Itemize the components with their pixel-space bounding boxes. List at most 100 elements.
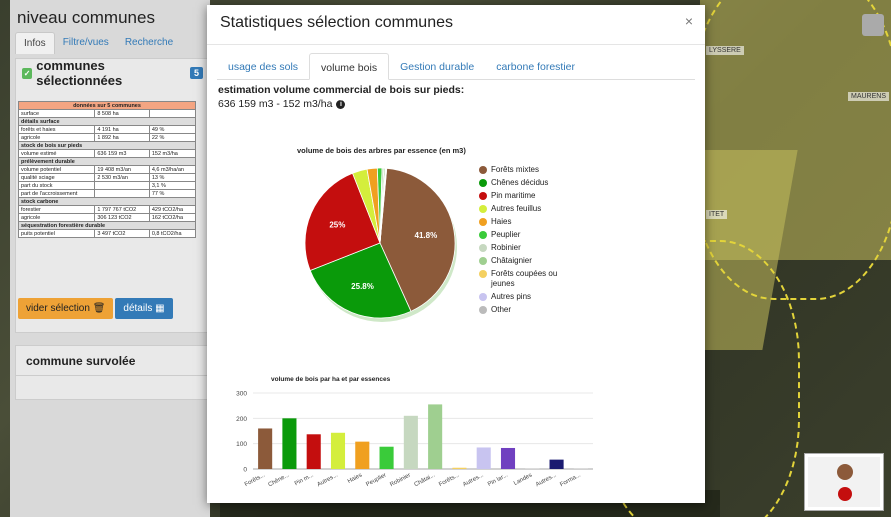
- bar[interactable]: [549, 459, 564, 469]
- table-cell: qualité sciage: [17, 173, 96, 182]
- details-button[interactable]: détails ▦: [115, 298, 173, 319]
- bar[interactable]: [258, 428, 273, 469]
- hovered-commune-box: commune survolée: [15, 345, 210, 400]
- table-row: détails surface: [18, 117, 196, 126]
- legend-item[interactable]: Haies: [479, 217, 579, 227]
- bar[interactable]: [500, 447, 516, 469]
- table-row: volume potentiel 19 408 m3/an 4,6 m3/ha/an: [17, 165, 197, 174]
- table-cell: 8 508 ha: [94, 109, 150, 118]
- table-cell: 3,1 %: [148, 181, 197, 190]
- table-section: séquestration forestière durable: [18, 221, 196, 230]
- table-section: stock carbone: [18, 197, 196, 206]
- table-cell: 4,6 m3/ha/an: [148, 165, 197, 174]
- legend-marker: [479, 218, 487, 226]
- table-row: surface 8 508 ha: [17, 109, 197, 118]
- y-tick-label: 0: [243, 467, 247, 474]
- table-cell: volume potentiel: [17, 165, 96, 174]
- legend-item[interactable]: Forêts mixtes: [479, 165, 579, 175]
- legend-item[interactable]: Forêts coupées ou jeunes: [479, 269, 579, 289]
- legend-marker: [479, 179, 487, 187]
- map-place-label: MAURENS: [848, 92, 890, 101]
- legend-item[interactable]: Peuplier: [479, 230, 579, 240]
- close-icon[interactable]: ×: [685, 13, 693, 29]
- bar[interactable]: [476, 447, 491, 469]
- table-row: stock de bois sur pieds: [18, 141, 196, 150]
- table-row: part de l'accroissement 77 %: [17, 189, 197, 198]
- x-tick-label: Robinier: [389, 472, 412, 488]
- pie-data-label: 25.8%: [351, 282, 374, 291]
- legend-item[interactable]: Autres pins: [479, 292, 579, 302]
- tab-infos[interactable]: Infos: [15, 32, 55, 54]
- preview-thumbnail[interactable]: [804, 453, 884, 511]
- table-row: forêts et haies 4 191 ha 49 %: [17, 125, 197, 134]
- table-cell: 0,8 tCO2/ha: [148, 229, 197, 238]
- x-tick-label: Forêts...: [438, 472, 461, 488]
- pie-chart: 41.8% 25.8% 25%: [304, 167, 457, 322]
- table-row: puits potentiel 3 497 tCO2 0,8 tCO2/ha: [17, 229, 197, 238]
- legend-marker: [479, 257, 487, 265]
- tab-recherche[interactable]: Recherche: [117, 32, 181, 54]
- layers-icon[interactable]: [862, 14, 884, 36]
- table-cell: [148, 109, 197, 118]
- bar[interactable]: [379, 446, 394, 469]
- bar[interactable]: [330, 432, 346, 469]
- legend-label: Forêts mixtes: [491, 165, 540, 174]
- pie-chart-title: volume de bois des arbres par essence (e…: [297, 146, 466, 155]
- legend-marker: [479, 270, 487, 278]
- table-cell: volume estimé: [17, 149, 96, 158]
- info-icon[interactable]: i: [336, 99, 346, 109]
- legend-item[interactable]: Chênes décidus: [479, 178, 579, 188]
- bar[interactable]: [573, 468, 588, 469]
- bar[interactable]: [452, 467, 467, 469]
- legend-label: Chênes décidus: [491, 178, 549, 187]
- table-section: stock de bois sur pieds: [18, 141, 196, 150]
- legend-item[interactable]: Other: [479, 305, 579, 315]
- table-row: forestier 1 797 767 tCO2 429 tCO2/ha: [17, 205, 197, 214]
- legend-item[interactable]: Châtaignier: [479, 256, 579, 266]
- tab-carbone-forestier[interactable]: carbone forestier: [485, 53, 586, 79]
- bar[interactable]: [355, 441, 370, 469]
- estimate-label: estimation volume commercial de bois sur…: [218, 84, 465, 96]
- legend-item[interactable]: Robinier: [479, 243, 579, 253]
- legend-label: Forêts coupées ou jeunes: [491, 269, 558, 288]
- table-cell: 2 530 m3/an: [94, 173, 150, 182]
- legend-item[interactable]: Pin maritime: [479, 191, 579, 201]
- pie-legend: Forêts mixtes Chênes décidus Pin maritime A…: [479, 165, 579, 318]
- table-cell: 162 tCO2/ha: [148, 213, 197, 222]
- legend-marker: [479, 293, 487, 301]
- legend-label: Châtaignier: [491, 256, 532, 265]
- bar-chart: 0100200300Forêts... Chêne... Pin m... Autre…: [236, 391, 593, 488]
- table-cell: [94, 181, 150, 190]
- tab-filtre[interactable]: Filtre/vues: [55, 32, 117, 54]
- legend-marker: [479, 306, 487, 314]
- table-row: part du stock 3,1 %: [17, 181, 197, 190]
- clear-selection-button[interactable]: vider sélection 🗑: [18, 298, 114, 319]
- tab-volume-bois[interactable]: volume bois: [309, 53, 390, 80]
- panel-tabs: Infos Filtre/vues Recherche: [15, 32, 181, 54]
- bar[interactable]: [403, 415, 418, 469]
- bar[interactable]: [525, 468, 540, 469]
- modal-tabs: usage des sols volume bois Gestion durab…: [217, 53, 695, 80]
- table-row: qualité sciage 2 530 m3/an 13 %: [17, 173, 197, 182]
- x-tick-label: Pin m...: [294, 472, 315, 487]
- legend-item[interactable]: Autres feuillus: [479, 204, 579, 214]
- tab-gestion-durable[interactable]: Gestion durable: [389, 53, 485, 79]
- table-cell: 4 191 ha: [94, 125, 150, 134]
- table-cell: 152 m3/ha: [148, 149, 197, 158]
- x-tick-label: Pin lar...: [487, 472, 509, 488]
- bar[interactable]: [428, 404, 443, 469]
- table-cell: 429 tCO2/ha: [148, 205, 197, 214]
- tab-usage-sols[interactable]: usage des sols: [217, 53, 309, 79]
- bar[interactable]: [282, 418, 297, 469]
- legend-marker: [479, 192, 487, 200]
- x-tick-label: Chêne...: [268, 472, 291, 488]
- legend-label: Autres pins: [491, 292, 532, 301]
- table-cell: [94, 189, 150, 198]
- table-row: prélèvement durable: [18, 157, 196, 166]
- trash-icon: 🗑: [92, 303, 106, 314]
- bar[interactable]: [306, 434, 321, 469]
- x-tick-label: Châtai...: [414, 472, 437, 488]
- selected-communes-header: ✓ communes sélectionnées 5: [16, 58, 209, 88]
- legend-marker: [479, 205, 487, 213]
- table-cell: 13 %: [148, 173, 197, 182]
